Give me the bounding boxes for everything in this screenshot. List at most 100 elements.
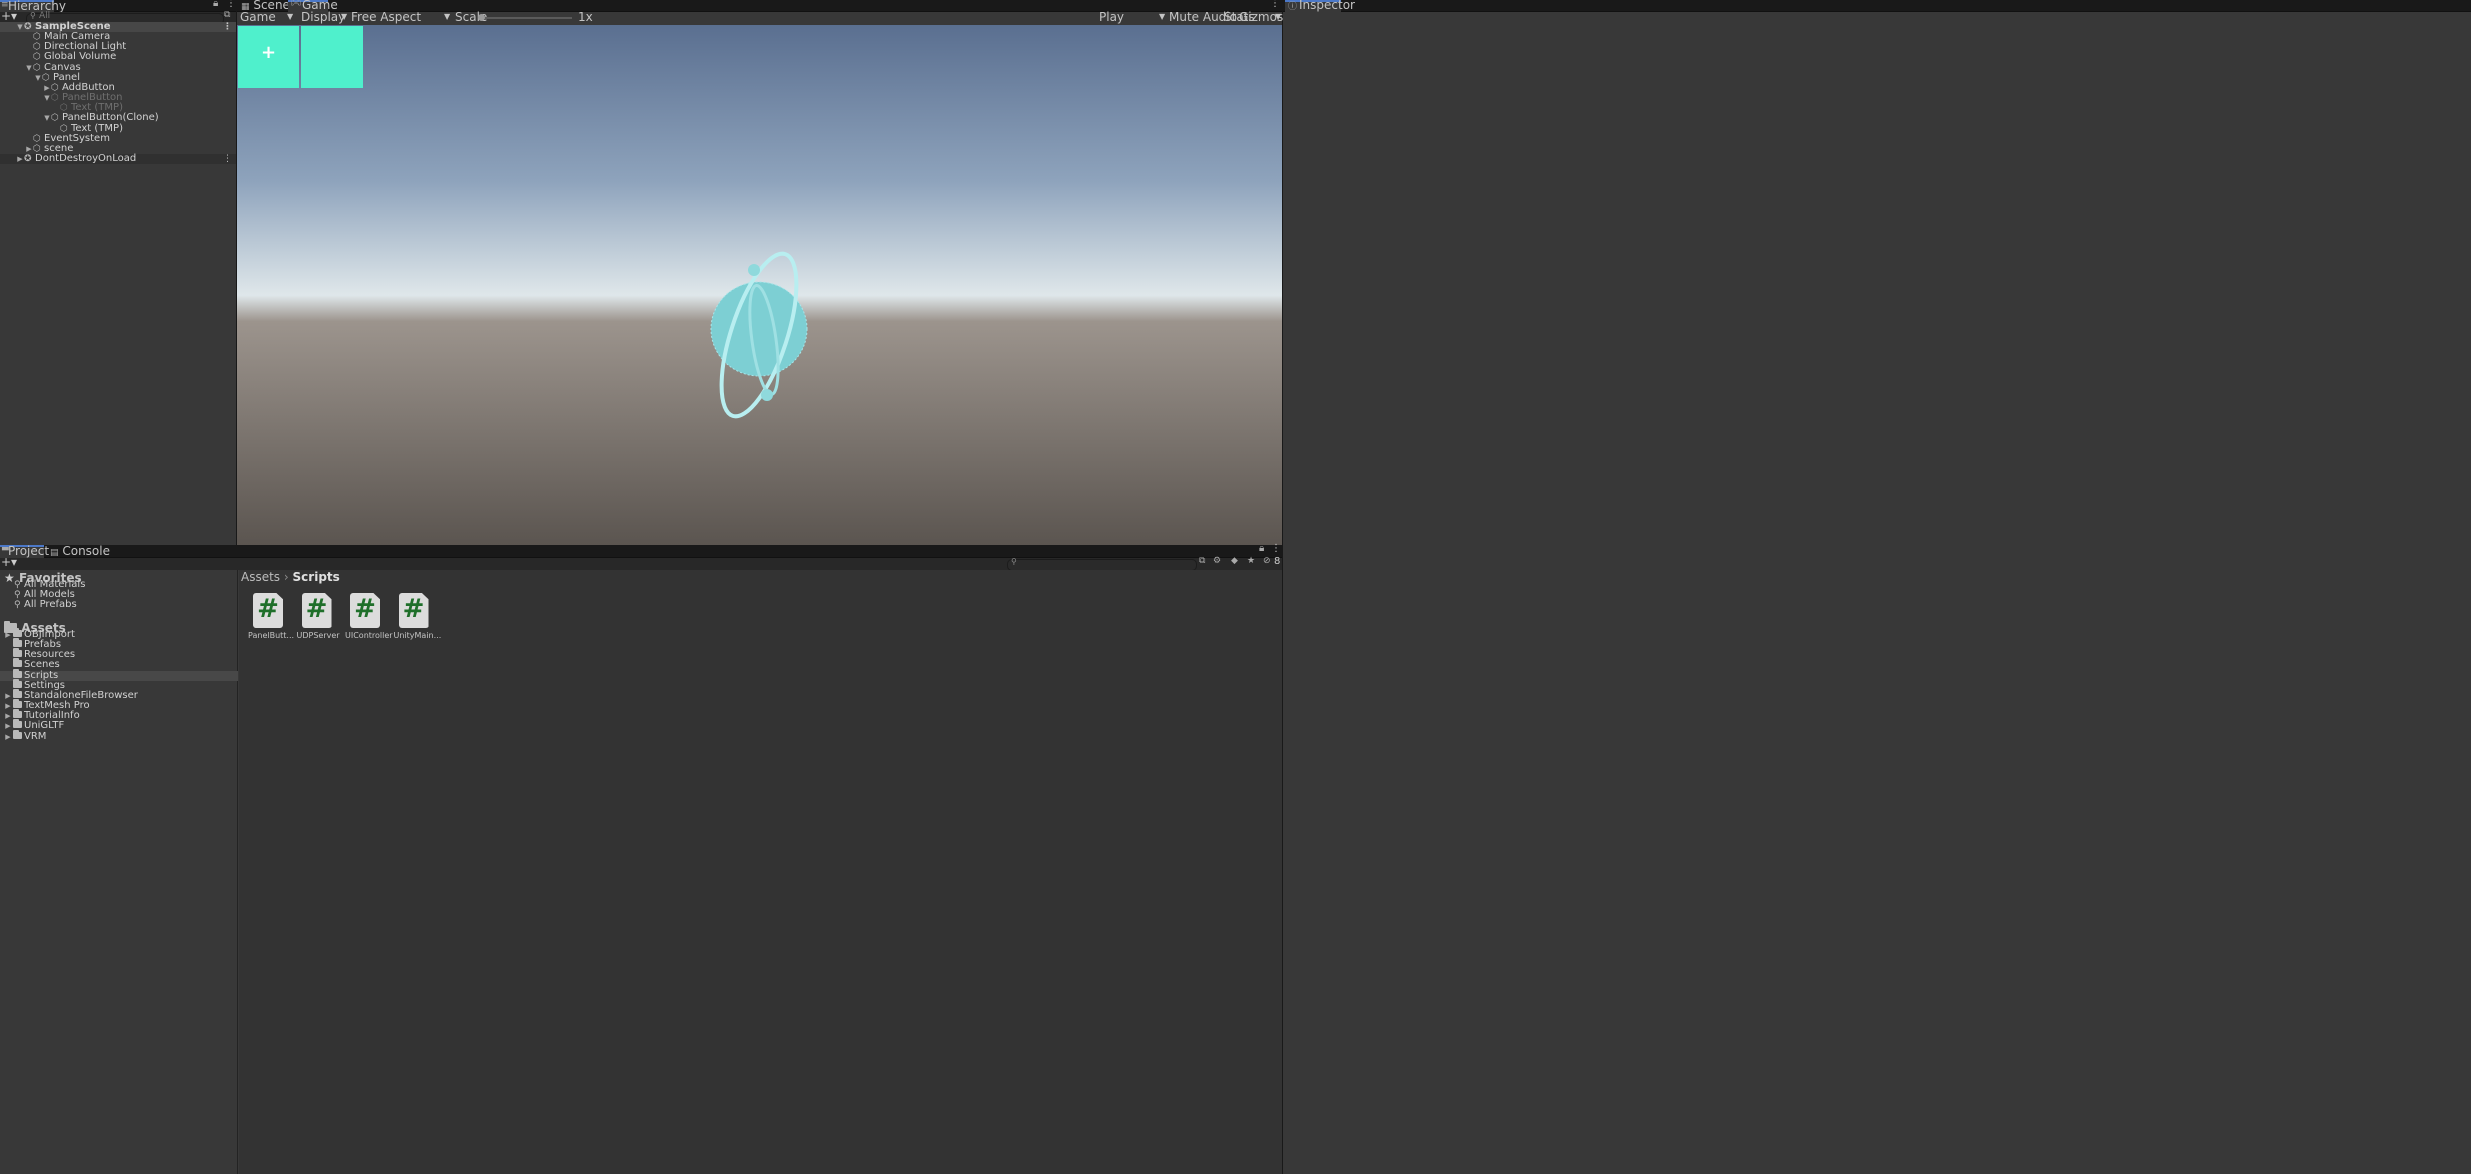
chevron-down-icon: ▼ (1159, 12, 1166, 21)
script-asset-name: UDPServer (296, 631, 340, 640)
hierarchy-row[interactable]: ⬡ Global Volume (0, 51, 236, 63)
search-icon: ⚲ (14, 600, 21, 611)
filter-icon[interactable]: ⚙ (1213, 556, 1221, 566)
folder-icon (13, 688, 22, 698)
script-asset-name: UnityMain... (393, 631, 442, 640)
script-asset[interactable]: # UnityMain... (393, 593, 442, 640)
hierarchy-row[interactable]: ▼ ✪ SampleScene ⋮ (0, 22, 236, 32)
folder-row-label: UniGLTF (24, 720, 65, 732)
panel-button-clone[interactable] (301, 26, 363, 88)
more-options-icon[interactable]: ⋮ (226, 0, 236, 9)
star-icon[interactable]: ★ (1247, 556, 1255, 566)
csharp-script-icon: # (350, 593, 380, 628)
search-by-type-icon[interactable]: ⧉ (1199, 556, 1205, 566)
play-mode-dropdown[interactable]: Play Focused ▼ (1099, 10, 1166, 38)
lock-icon[interactable]: 🔒︎ (1259, 543, 1264, 554)
more-options-icon[interactable]: ⋮ (223, 154, 232, 164)
inspector-panel: ⓘ Inspector (1283, 0, 2471, 1174)
chevron-down-icon: ▼ (287, 12, 294, 21)
folder-icon (13, 668, 22, 678)
collapse-arrow-icon[interactable]: ▶ (3, 732, 13, 742)
gameobject-cube-icon: ⬡ (33, 62, 41, 73)
folder-icon (13, 729, 22, 739)
search-icon: ⚲ (14, 580, 21, 590)
hierarchy-row[interactable]: ⬡ EventSystem (0, 133, 236, 144)
collapse-arrow-icon[interactable]: ▶ (3, 711, 13, 721)
gameobject-cube-icon: ⬡ (33, 42, 41, 53)
csharp-script-icon: # (301, 593, 332, 628)
folder-icon (13, 719, 22, 729)
game-view-panel: ▦ Scene 🎮︎ Game ⋮ Game ▼ Display 1 ▼ Fre… (237, 0, 1283, 545)
project-tabbar: ▬ Project ▤ Console 🔒︎ ⋮ (0, 543, 1282, 560)
asset-grid: # PanelButt... # UDPServer # UIController # Uni… (239, 570, 1282, 670)
console-icon: ▤ (50, 548, 59, 558)
scene-visibility-icon[interactable]: ⧉ (224, 10, 230, 20)
folder-icon (13, 678, 22, 688)
folder-icon (13, 648, 22, 658)
scale-slider-handle[interactable] (478, 14, 485, 21)
more-options-icon[interactable]: ⋮ (1271, 543, 1281, 554)
scale-value: 1x (578, 10, 593, 24)
search-icon: ⚲ (1011, 557, 1017, 566)
gameobject-cube-icon: ⬡ (51, 82, 59, 93)
hierarchy-row[interactable]: ▼ ⬡ Panel (0, 72, 236, 83)
hierarchy-row[interactable]: ▶ ✪ DontDestroyOnLoad ⋮ (0, 153, 236, 164)
folder-icon (13, 709, 22, 719)
add-object-icon[interactable]: +▾ (1, 9, 17, 23)
hidden-packages-count: 8 (1274, 556, 1281, 567)
more-options-icon[interactable]: ⋮ (1270, 0, 1280, 9)
folder-row[interactable]: ▶ UniGLTF (0, 719, 238, 732)
csharp-script-icon: # (398, 593, 429, 628)
folder-row[interactable]: Scenes (0, 658, 238, 670)
gameobject-cube-icon: ⬡ (33, 32, 41, 43)
search-icon: ⚲ (30, 11, 36, 20)
lock-icon[interactable]: 🔒︎ (213, 0, 218, 9)
unity-scene-icon: ✪ (24, 22, 32, 32)
gameobject-cube-icon: ⬡ (33, 52, 41, 63)
folder-icon (13, 628, 22, 637)
collapse-arrow-icon[interactable]: ▶ (3, 701, 13, 711)
hierarchy-row-label: Global Volume (44, 51, 117, 63)
info-icon: ⓘ (1288, 2, 1298, 12)
tab-inspector[interactable]: ⓘ Inspector (1285, 0, 1355, 14)
hierarchy-row[interactable]: ▼ ⬡ PanelButton(Clone) (0, 113, 236, 124)
folder-row-label: VRM (24, 730, 47, 742)
collapse-arrow-icon[interactable]: ▶ (3, 691, 13, 701)
script-asset[interactable]: # UDPServer (296, 593, 340, 640)
game-canvas[interactable]: + (237, 25, 1282, 545)
chevron-down-icon: ▼ (341, 12, 348, 21)
collapse-arrow-icon[interactable]: ▶ (3, 630, 13, 640)
hierarchy-row[interactable]: ⬡ Text (TMP) (0, 123, 236, 134)
folder-icon (13, 699, 22, 709)
script-glyph: # (257, 594, 279, 624)
mode-dropdown-label: Game (240, 10, 276, 24)
hidden-packages-icon[interactable]: ⊘ (1263, 556, 1271, 566)
tab-console[interactable]: ▤ Console (50, 544, 110, 558)
hierarchy-row[interactable]: ▼ ⬡ Canvas (0, 62, 236, 73)
mode-dropdown[interactable]: Game ▼ (240, 10, 294, 24)
hierarchy-search-placeholder: All (39, 11, 51, 21)
favorite-item[interactable]: ⚲ All Prefabs (0, 600, 238, 611)
project-folder-tree: ★ Favorites ⚲ All Materials ⚲ All Models ⚲ Al… (0, 570, 238, 1174)
hierarchy-row[interactable]: ⬡ Directional Light (0, 42, 236, 53)
console-tab-label: Console (62, 544, 110, 558)
gizmos-dropdown[interactable]: Gizmos ▼ (1239, 10, 1283, 24)
collapse-arrow-icon[interactable]: ▶ (3, 721, 13, 731)
more-options-icon[interactable]: ⋮ (223, 22, 232, 32)
project-panel: ▬ Project ▤ Console 🔒︎ ⋮ +▾ ⚲ ⧉ ⚙ ◆ ★ ⊘ … (0, 543, 1282, 1174)
folder-row[interactable]: ▶ VRM (0, 729, 238, 742)
label-icon[interactable]: ◆ (1231, 556, 1238, 566)
wireframe-model (710, 251, 808, 419)
gameobject-cube-icon: ⬡ (33, 133, 41, 144)
script-asset[interactable]: # UIController (345, 593, 393, 640)
project-toolbar: +▾ ⚲ ⧉ ⚙ ◆ ★ ⊘ 8 (0, 555, 1282, 571)
display-dropdown[interactable]: Display 1 ▼ (301, 10, 348, 38)
script-asset[interactable]: # PanelButt... (248, 593, 294, 640)
gameobject-cube-icon: ⬡ (60, 123, 68, 134)
aspect-dropdown-label: Free Aspect (351, 10, 422, 24)
add-button[interactable]: + (238, 26, 299, 88)
aspect-dropdown[interactable]: Free Aspect ▼ (351, 10, 451, 24)
gameobject-cube-icon: ⬡ (51, 93, 59, 104)
scale-slider[interactable] (478, 14, 572, 21)
create-asset-icon[interactable]: +▾ (1, 555, 17, 569)
